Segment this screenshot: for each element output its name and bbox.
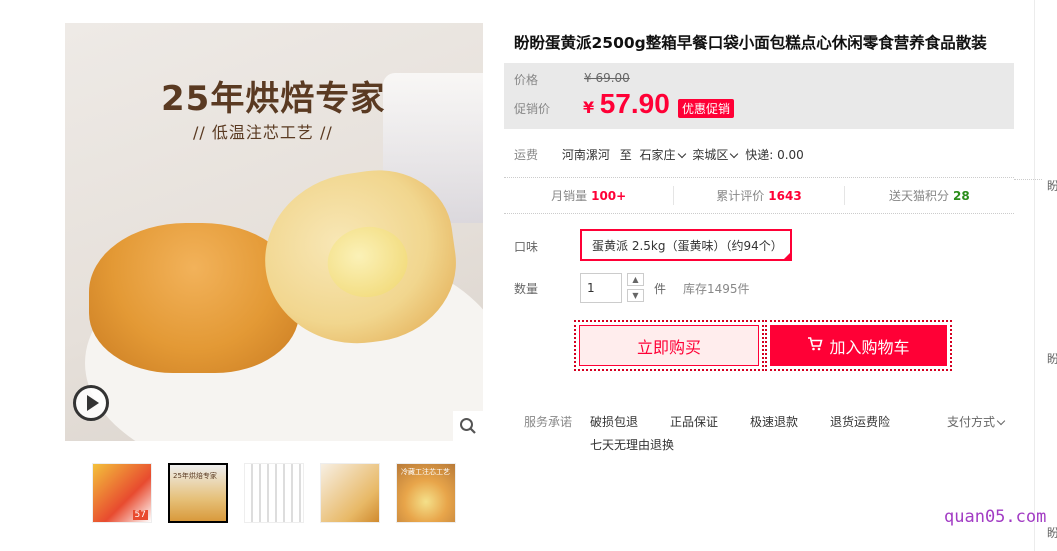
flavor-option[interactable]: 蛋黄派 2.5kg（蛋黄味）（约94个） bbox=[580, 229, 792, 261]
stats-bar: 月销量 100+ 累计评价 1643 送天猫积分 28 bbox=[504, 177, 1014, 214]
qty-label: 数量 bbox=[514, 282, 539, 296]
service-item[interactable]: 正品保证 bbox=[670, 413, 718, 430]
qty-increase-icon[interactable]: ▲ bbox=[627, 273, 644, 286]
stock-count: 库存1495件 bbox=[683, 282, 750, 296]
selected-corner-icon bbox=[782, 251, 792, 261]
main-product-image[interactable]: 25年烘焙专家 // 低温注芯工艺 // bbox=[65, 23, 483, 441]
monthly-sales: 月销量 100+ bbox=[504, 186, 675, 205]
monthly-sales-label: 月销量 bbox=[551, 189, 588, 203]
quantity-input[interactable]: 1 bbox=[580, 273, 622, 303]
tmall-points: 送天猫积分 28 bbox=[845, 186, 1014, 205]
monthly-sales-value: 100+ bbox=[591, 188, 627, 203]
district-value: 栾城区 bbox=[692, 148, 729, 162]
promo-price-label: 促销价 bbox=[514, 102, 551, 116]
thumbnail-caption: 25年烘焙专家 bbox=[173, 472, 217, 480]
side-recommend-label: 盼 bbox=[1047, 179, 1057, 193]
service-item[interactable]: 七天无理由退换 bbox=[590, 436, 674, 453]
dotted-divider bbox=[1014, 179, 1042, 180]
thumbnail-strip: 57 25年烘焙专家 冷藏工注芯工艺 bbox=[92, 463, 456, 523]
qty-decrease-icon[interactable]: ▼ bbox=[627, 289, 644, 302]
promo-tag: 优惠促销 bbox=[678, 99, 735, 118]
image-headline: 25年烘焙专家 bbox=[161, 79, 386, 119]
reviews-value: 1643 bbox=[768, 188, 802, 203]
payment-label: 支付方式 bbox=[947, 415, 996, 429]
chevron-down-icon bbox=[730, 149, 739, 159]
chevron-down-icon bbox=[677, 149, 686, 159]
promo-price-value: 57.90 bbox=[599, 88, 670, 119]
shipping-row: 运费 河南漯河 至 石家庄 栾城区 快递: 0.00 bbox=[514, 146, 804, 163]
play-video-icon[interactable] bbox=[73, 385, 109, 421]
add-to-cart-button[interactable]: 加入购物车 bbox=[770, 325, 947, 366]
service-item[interactable]: 极速退款 bbox=[750, 413, 798, 430]
total-reviews[interactable]: 累计评价 1643 bbox=[674, 186, 845, 205]
side-divider bbox=[1034, 0, 1035, 551]
flavor-option-text: 蛋黄派 2.5kg（蛋黄味）（约94个） bbox=[592, 238, 783, 253]
district-select[interactable]: 栾城区 bbox=[692, 148, 741, 162]
thumbnail-2[interactable]: 25年烘焙专家 bbox=[168, 463, 228, 523]
payment-methods[interactable]: 支付方式 bbox=[947, 413, 1008, 430]
points-label: 送天猫积分 bbox=[888, 189, 949, 203]
side-recommend-label: 盼 bbox=[1047, 526, 1057, 540]
reviews-label: 累计评价 bbox=[716, 189, 765, 203]
thumbnail-3[interactable] bbox=[244, 463, 304, 523]
image-subline: // 低温注芯工艺 // bbox=[193, 123, 333, 142]
city-select[interactable]: 石家庄 bbox=[640, 148, 689, 162]
promo-price: ¥ 57.90 bbox=[583, 88, 670, 120]
add-to-cart-label: 加入购物车 bbox=[829, 337, 910, 357]
orig-price-label: 价格 bbox=[514, 73, 539, 87]
zoom-search-icon[interactable] bbox=[453, 411, 483, 441]
thumbnail-caption: 冷藏工注芯工艺 bbox=[401, 468, 450, 476]
orig-price: ¥ 69.00 bbox=[584, 71, 630, 85]
service-item[interactable]: 退货运费险 bbox=[830, 413, 890, 430]
shipping-to-word: 至 bbox=[619, 148, 632, 162]
currency-symbol: ¥ bbox=[583, 98, 595, 117]
product-title: 盼盼蛋黄派2500g整箱早餐口袋小面包糕点心休闲零食营养食品散装 bbox=[514, 34, 987, 52]
thumbnail-5[interactable]: 冷藏工注芯工艺 bbox=[396, 463, 456, 523]
watermark: quan05.com bbox=[944, 507, 1047, 527]
thumbnail-1[interactable]: 57 bbox=[92, 463, 152, 523]
quantity-value: 1 bbox=[587, 281, 595, 295]
flavor-label: 口味 bbox=[514, 240, 539, 254]
thumbnail-badge: 57 bbox=[132, 510, 148, 520]
price-box: 价格 ¥ 69.00 促销价 ¥ 57.90 优惠促销 bbox=[504, 63, 1014, 129]
shipping-fee: 快递: 0.00 bbox=[745, 148, 804, 162]
service-item[interactable]: 破损包退 bbox=[590, 413, 638, 430]
cart-icon bbox=[807, 336, 824, 355]
buy-now-wrap: 立即购买 bbox=[574, 320, 764, 371]
product-page: 25年烘焙专家 // 低温注芯工艺 // 57 25年烘焙专家 冷藏工注芯工艺 … bbox=[0, 0, 1057, 551]
buy-now-button[interactable]: 立即购买 bbox=[579, 325, 759, 366]
add-to-cart-wrap: 加入购物车 bbox=[765, 320, 952, 371]
city-value: 石家庄 bbox=[639, 148, 676, 162]
qty-unit: 件 bbox=[654, 282, 667, 296]
buy-now-label: 立即购买 bbox=[636, 337, 701, 357]
cake-yolk bbox=[323, 221, 413, 303]
thumbnail-4[interactable] bbox=[320, 463, 380, 523]
side-recommend-label: 盼 bbox=[1047, 352, 1057, 366]
chevron-down-icon bbox=[996, 416, 1006, 426]
shipping-label: 运费 bbox=[514, 148, 539, 162]
service-label: 服务承诺 bbox=[524, 415, 573, 429]
shipping-from: 河南漯河 bbox=[561, 148, 610, 162]
points-value: 28 bbox=[952, 188, 970, 203]
